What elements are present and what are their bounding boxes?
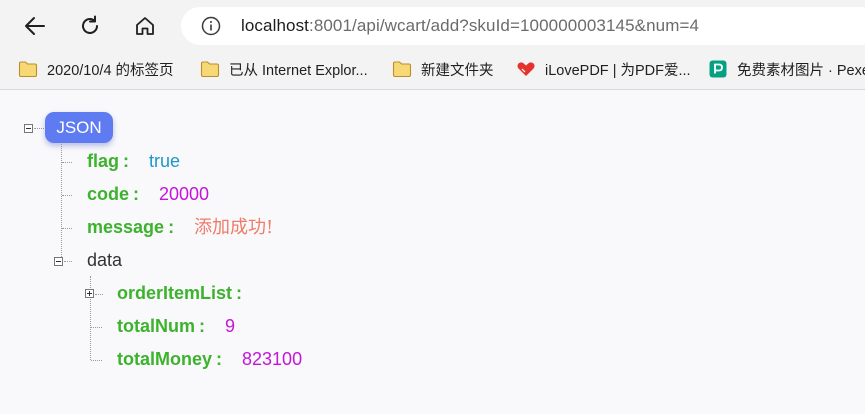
json-key: message [87,217,165,237]
folder-icon [18,61,38,78]
url-host: localhost [241,16,309,35]
json-row-totalnum: totalNum:9 [117,314,235,338]
home-button[interactable] [128,9,162,43]
collapse-root-toggle[interactable] [24,124,33,133]
json-colon: : [168,217,175,237]
json-value: true [149,151,181,171]
tree-connector [62,195,72,196]
folder-icon [392,61,412,78]
refresh-button[interactable] [73,9,107,43]
json-row-code: code:20000 [87,182,209,206]
url-text[interactable]: localhost:8001/api/wcart/add?skuId=10000… [241,16,699,36]
json-key: code [87,184,130,204]
heart-icon [517,62,535,76]
json-colon: : [133,184,140,204]
json-colon: : [216,349,223,369]
tree-connector [91,360,102,361]
tree-connector [34,128,44,129]
json-root-label[interactable]: JSON [45,112,113,143]
json-key: flag [87,151,120,171]
json-row-flag: flag: true [87,149,180,173]
json-row-message: message: 添加成功! [87,215,273,240]
json-value: 823100 [242,349,303,369]
json-colon: : [123,151,130,171]
json-value: 20000 [159,184,210,204]
back-button[interactable] [18,9,52,43]
bookmark-item[interactable]: 2020/10/4 的标签页 [18,57,174,81]
bookmark-label: 免费素材图片 · Pexe [737,62,865,79]
bookmark-item[interactable]: 新建文件夹 [392,57,494,81]
json-row-data: data [87,248,122,272]
bookmark-label: 已从 Internet Explor... [229,62,368,79]
json-viewer: JSON flag: true code:20000 message: 添加成功! … [0,91,865,414]
json-value: 添加成功! [194,217,274,238]
browser-toolbar: localhost:8001/api/wcart/add?skuId=10000… [0,0,865,50]
back-arrow-icon [25,17,45,35]
json-key: totalNum [117,316,195,336]
bookmark-label: 2020/10/4 的标签页 [47,62,174,79]
json-value: 9 [225,316,236,336]
json-colon: : [199,316,205,336]
refresh-icon [82,15,98,34]
info-icon[interactable] [201,16,221,36]
address-bar[interactable]: localhost:8001/api/wcart/add?skuId=10000… [181,7,865,45]
home-icon [136,17,154,35]
json-row-orderitemlist: orderItemList: [117,281,262,305]
bookmark-label: iLovePDF | 为PDF爱... [545,62,691,79]
bookmark-item[interactable]: 免费素材图片 · Pexe [708,57,865,81]
tree-connector [62,228,72,229]
json-row-totalmoney: totalMoney:823100 [117,347,302,371]
json-colon: : [236,283,243,303]
folder-icon [200,61,220,78]
tree-connector [64,261,72,262]
url-path: :8001/api/wcart/add?skuId=100000003145&n… [309,16,700,35]
collapse-data-toggle[interactable] [54,257,63,266]
bookmark-item[interactable]: 已从 Internet Explor... [200,57,368,81]
json-key: data [87,250,123,270]
pexels-icon [709,60,727,78]
bookmark-item[interactable]: iLovePDF | 为PDF爱... [516,57,691,81]
json-key: totalMoney [117,349,213,369]
bookmarks-bar: 2020/10/4 的标签页 已从 Internet Explor... 新建文… [0,50,865,90]
tree-connector [91,327,102,328]
tree-connector [62,162,72,163]
json-key: orderItemList [117,283,233,303]
expand-orderitemlist-toggle[interactable] [85,289,94,298]
bookmark-label: 新建文件夹 [421,62,494,79]
tree-connector [95,294,103,295]
